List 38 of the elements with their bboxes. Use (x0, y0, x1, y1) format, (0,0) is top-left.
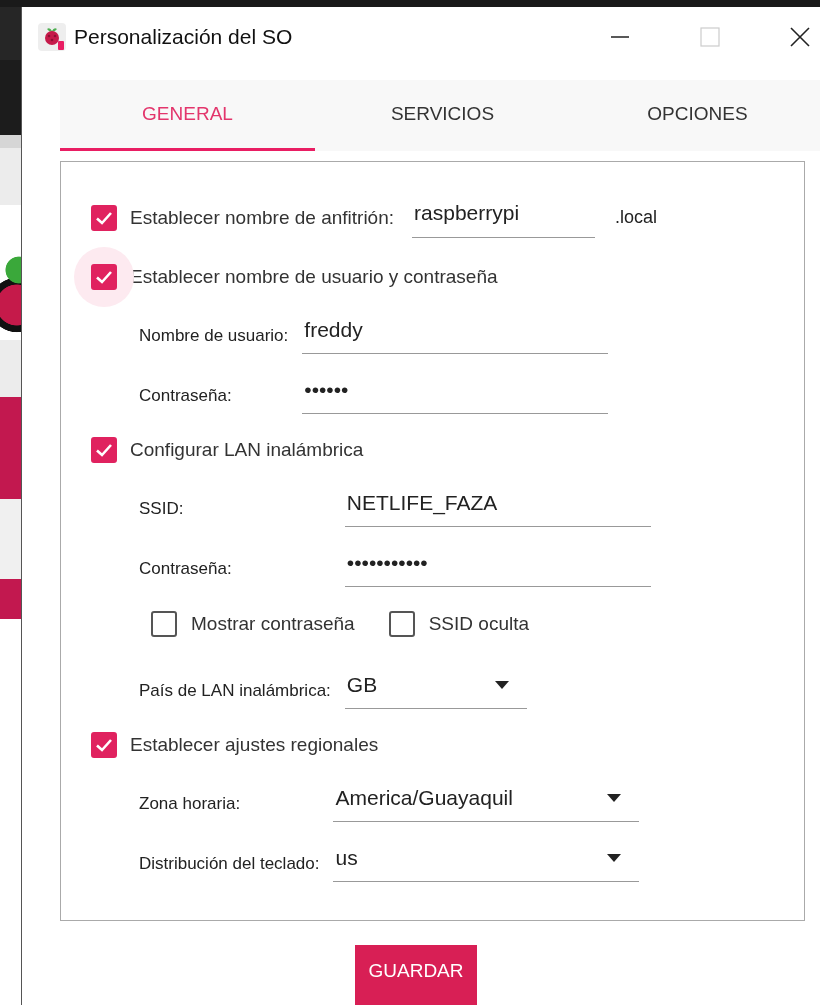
checkbox-label: Establecer ajustes regionales (130, 733, 379, 756)
input-field[interactable]: NETLIFE_FAZA (344, 479, 651, 528)
checkbox[interactable] (151, 611, 177, 638)
dropdown[interactable]: America/Guayaquil (333, 774, 640, 823)
checkbox-label: SSID oculta (428, 613, 529, 636)
caret-icon (607, 793, 622, 802)
field-label: Contraseña: (139, 558, 233, 580)
field-label: Zona horaria: (139, 793, 242, 815)
field-label: Nombre de usuario: (139, 325, 289, 347)
tab[interactable]: GENERAL (60, 79, 315, 152)
checkbox-label: Establecer nombre de anfitrión: (130, 206, 395, 229)
window-title: Personalización del SO (74, 24, 293, 49)
raspberry-icon (38, 22, 66, 51)
tab[interactable]: SERVICIOS (315, 79, 570, 152)
tab[interactable]: OPCIONES (570, 79, 820, 152)
checkbox-label: Mostrar contraseña (191, 613, 355, 636)
field-label: País de LAN inalámbrica: (139, 680, 331, 702)
caret-icon (494, 680, 509, 689)
caret-icon (607, 853, 622, 862)
checkbox[interactable] (388, 611, 415, 638)
checkbox-label: Establecer nombre de usuario y contraseña (130, 265, 498, 288)
checkbox[interactable] (91, 263, 117, 290)
field-label: Contraseña: (139, 385, 233, 407)
dropdown[interactable]: GB (344, 661, 527, 710)
checkbox[interactable] (91, 436, 117, 463)
checkbox[interactable] (91, 204, 117, 231)
checkbox[interactable] (91, 731, 117, 758)
input-field[interactable]: raspberrypi (412, 189, 596, 238)
dropdown[interactable]: us (333, 834, 640, 883)
password-field[interactable]: ••••••••••• (344, 539, 651, 588)
password-field[interactable]: •••••• (302, 366, 609, 415)
domain-suffix: .local (615, 207, 658, 229)
save-button[interactable]: GUARDAR (355, 945, 477, 1005)
checkbox-label: Configurar LAN inalámbrica (130, 438, 364, 461)
field-label: SSID: (139, 498, 185, 520)
input-field[interactable]: freddy (302, 306, 609, 355)
close-icon[interactable] (790, 26, 810, 47)
field-label: Distribución del teclado: (139, 853, 320, 875)
